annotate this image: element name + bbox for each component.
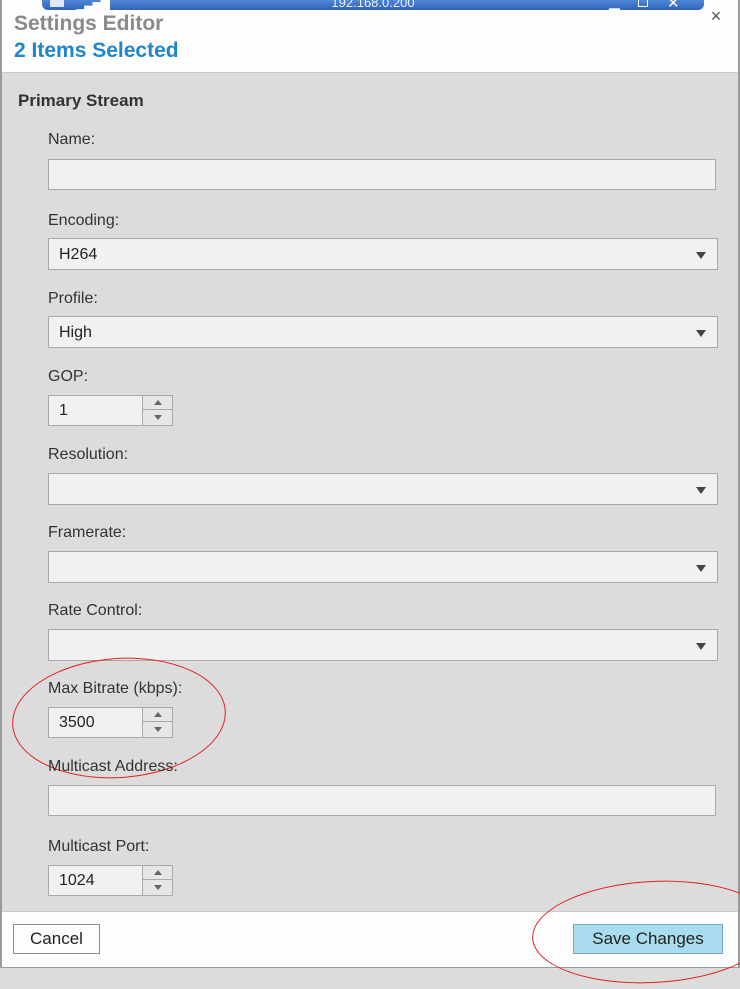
gop-stepper[interactable]: 1 <box>48 395 173 426</box>
multicast-address-label: Multicast Address: <box>48 758 178 775</box>
chevron-down-icon <box>696 330 706 337</box>
multicast-port-decrement-button[interactable] <box>142 880 172 895</box>
arrow-up-icon <box>154 870 162 875</box>
dialog-title: Settings Editor <box>14 12 164 35</box>
minimize-icon[interactable]: ▁ <box>609 0 620 10</box>
arrow-down-icon <box>154 885 162 890</box>
remote-desktop-title: 192.168.0.200 <box>331 0 415 10</box>
settings-editor-dialog: Settings Editor 2 Items Selected × Prima… <box>0 0 740 968</box>
chevron-down-icon <box>696 252 706 259</box>
encoding-select[interactable]: H264 <box>48 238 718 270</box>
rate-control-label: Rate Control: <box>48 602 143 619</box>
resolution-select[interactable] <box>48 473 718 505</box>
multicast-address-input[interactable] <box>48 785 716 816</box>
close-button[interactable]: × <box>706 6 726 26</box>
gop-increment-button[interactable] <box>142 396 172 410</box>
framerate-label: Framerate: <box>48 524 127 541</box>
encoding-value: H264 <box>59 246 98 263</box>
resolution-label: Resolution: <box>48 446 129 463</box>
rate-control-select[interactable] <box>48 629 718 661</box>
restore-icon[interactable] <box>638 0 648 7</box>
profile-label: Profile: <box>48 290 98 307</box>
dialog-header: Settings Editor 2 Items Selected × <box>2 0 738 73</box>
selection-count: 2 Items Selected <box>14 39 179 62</box>
cancel-button[interactable]: Cancel <box>13 924 100 954</box>
close-icon[interactable]: ✕ <box>667 0 680 10</box>
gop-value[interactable]: 1 <box>59 402 68 420</box>
encoding-label: Encoding: <box>48 212 120 229</box>
multicast-port-increment-button[interactable] <box>142 866 172 880</box>
name-input[interactable] <box>48 159 716 190</box>
multicast-port-label: Multicast Port: <box>48 838 150 855</box>
profile-select[interactable]: High <box>48 316 718 348</box>
gop-decrement-button[interactable] <box>142 410 172 425</box>
remote-desktop-bar: ▁▃▅▇ 192.168.0.200 ▁ ✕ <box>42 0 704 10</box>
arrow-up-icon <box>154 400 162 405</box>
chevron-down-icon <box>696 487 706 494</box>
save-changes-button[interactable]: Save Changes <box>573 924 723 954</box>
multicast-port-value[interactable]: 1024 <box>59 872 95 890</box>
max-bitrate-value[interactable]: 3500 <box>59 714 95 732</box>
multicast-port-stepper[interactable]: 1024 <box>48 865 173 896</box>
arrow-up-icon <box>154 712 162 717</box>
arrow-down-icon <box>154 415 162 420</box>
max-bitrate-stepper[interactable]: 3500 <box>48 707 173 738</box>
dialog-footer: Cancel Save Changes <box>2 911 738 967</box>
chevron-down-icon <box>696 565 706 572</box>
arrow-down-icon <box>154 727 162 732</box>
close-icon: × <box>710 6 722 26</box>
max-bitrate-label: Max Bitrate (kbps): <box>48 680 183 697</box>
name-label: Name: <box>48 131 96 148</box>
chevron-down-icon <box>696 643 706 650</box>
max-bitrate-decrement-button[interactable] <box>142 722 172 737</box>
dialog-content[interactable]: Primary Stream Name: Encoding: H264 Prof… <box>2 73 738 911</box>
profile-value: High <box>59 324 92 341</box>
gop-label: GOP: <box>48 368 89 385</box>
max-bitrate-increment-button[interactable] <box>142 708 172 722</box>
framerate-select[interactable] <box>48 551 718 583</box>
section-title: Primary Stream <box>18 91 144 110</box>
